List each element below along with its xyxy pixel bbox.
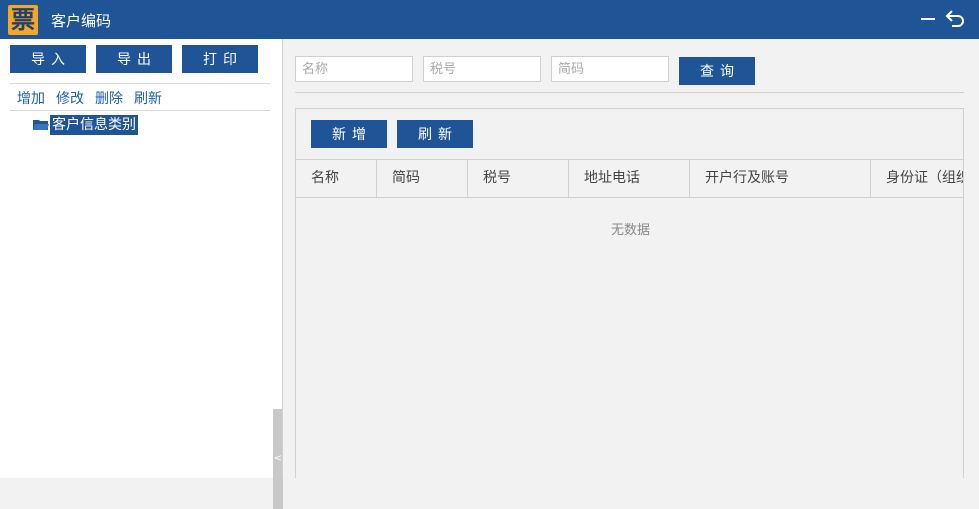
folder-open-icon (33, 120, 49, 130)
return-icon[interactable] (944, 8, 966, 30)
code-search-input[interactable] (551, 56, 669, 82)
column-header-name[interactable]: 名称 (296, 160, 377, 197)
print-button[interactable]: 打印 (182, 45, 258, 73)
query-button[interactable]: 查询 (679, 57, 755, 85)
column-header-address-phone[interactable]: 地址电话 (569, 160, 690, 197)
add-category-link[interactable]: 增加 (17, 88, 45, 108)
grid-header: 名称 简码 税号 地址电话 开户行及账号 身份证（组织 (296, 159, 963, 198)
window-title: 客户编码 (51, 12, 112, 30)
left-panel: 导入 导出 打印 增加 修改 删除 刷新 客户信息类别 < (0, 39, 283, 509)
minimize-icon[interactable] (921, 18, 935, 20)
tree-action-bar: 增加 修改 删除 刷新 (10, 83, 270, 111)
title-bar: 票 客户编码 (0, 0, 979, 39)
empty-state-text: 无数据 (610, 223, 650, 238)
search-divider (295, 92, 964, 93)
column-header-taxno[interactable]: 税号 (468, 160, 569, 197)
refresh-tree-link[interactable]: 刷新 (134, 88, 162, 108)
new-customer-button[interactable]: 新增 (311, 120, 387, 148)
taxno-search-input[interactable] (423, 56, 541, 82)
column-header-code[interactable]: 简码 (377, 160, 468, 197)
delete-category-link[interactable]: 删除 (95, 88, 123, 108)
import-button[interactable]: 导入 (10, 45, 86, 73)
column-header-bank-account[interactable]: 开户行及账号 (690, 160, 871, 197)
customer-grid: 新增 刷新 名称 简码 税号 地址电话 开户行及账号 身份证（组织 无数据 (295, 108, 964, 478)
app-logo: 票 (8, 5, 38, 35)
column-header-id-card[interactable]: 身份证（组织 (871, 160, 963, 197)
export-button[interactable]: 导出 (96, 45, 172, 73)
panel-divider (282, 39, 283, 478)
tree-item-label: 客户信息类别 (50, 115, 138, 135)
name-search-input[interactable] (295, 56, 413, 82)
edit-category-link[interactable]: 修改 (56, 88, 84, 108)
refresh-grid-button[interactable]: 刷新 (397, 120, 473, 148)
